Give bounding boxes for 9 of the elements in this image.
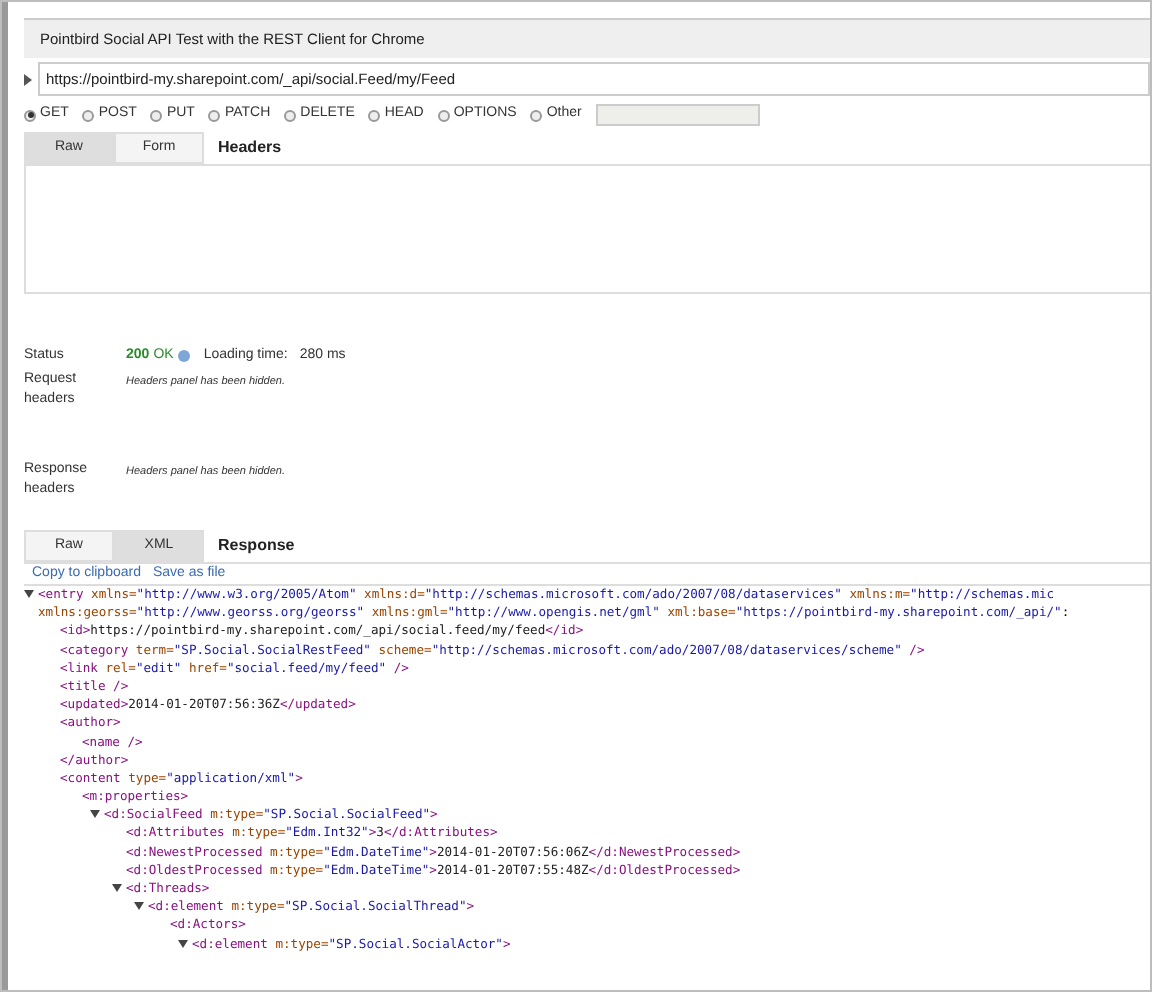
expand-triangle-icon[interactable]: [134, 902, 144, 913]
expand-triangle-icon[interactable]: [90, 810, 100, 821]
other-method-field[interactable]: [595, 104, 760, 126]
expand-triangle-icon[interactable]: [178, 939, 188, 950]
section-heading: Response: [218, 534, 295, 558]
expand-triangle-icon[interactable]: [112, 884, 122, 895]
expand-triangle-icon[interactable]: [24, 73, 32, 85]
expand-triangle-icon[interactable]: [24, 590, 34, 601]
section-heading: Headers: [218, 136, 282, 160]
